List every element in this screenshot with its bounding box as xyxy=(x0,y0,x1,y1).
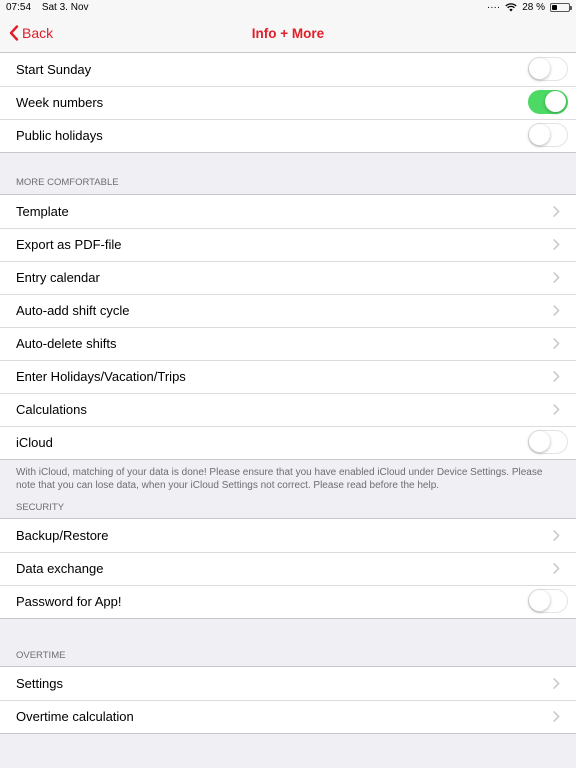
chevron-right-icon xyxy=(553,239,560,250)
list-item-label: Auto-delete shifts xyxy=(16,336,117,351)
chevron-right-icon xyxy=(553,206,560,217)
toggle-knob xyxy=(529,124,550,145)
security-group: Backup/Restore Data exchange Password for … xyxy=(0,518,576,619)
list-item-enter-holidays-vacation-trips[interactable]: Enter Holidays/Vacation/Trips xyxy=(0,360,576,393)
chevron-right-icon xyxy=(553,711,560,722)
section-header-more-comfortable: MORE COMFORTABLE xyxy=(16,177,119,188)
start-sunday-toggle[interactable] xyxy=(528,57,568,81)
list-item-label: Calculations xyxy=(16,402,87,417)
list-item-overtime-calculation[interactable]: Overtime calculation xyxy=(0,700,576,733)
status-right: ···· 28 % xyxy=(486,2,572,13)
list-item-icloud[interactable]: iCloud xyxy=(0,426,576,459)
chevron-right-icon xyxy=(553,404,560,415)
list-item-label: Auto-add shift cycle xyxy=(16,303,130,318)
toggle-knob xyxy=(529,590,550,611)
list-item-label: Export as PDF-file xyxy=(16,237,122,252)
public-holidays-toggle[interactable] xyxy=(528,123,568,147)
signal-dots-icon: ···· xyxy=(486,2,501,13)
status-left: 07:54 Sat 3. Nov xyxy=(6,2,97,13)
toggle-knob xyxy=(529,58,550,79)
list-item-entry-calendar[interactable]: Entry calendar xyxy=(0,261,576,294)
more-comfortable-group: Template Export as PDF-file Entry calendar… xyxy=(0,194,576,460)
chevron-right-icon xyxy=(553,563,560,574)
list-item-start-sunday[interactable]: Start Sunday xyxy=(0,53,576,86)
list-item-backup-restore[interactable]: Backup/Restore xyxy=(0,519,576,552)
status-date: Sat 3. Nov xyxy=(41,2,89,13)
overtime-group: Settings Overtime calculation xyxy=(0,666,576,734)
battery-icon xyxy=(550,3,572,12)
chevron-right-icon xyxy=(553,338,560,349)
list-item-label: Entry calendar xyxy=(16,270,100,285)
section-header-security: SECURITY xyxy=(16,502,65,513)
list-item-auto-add-shift-cycle[interactable]: Auto-add shift cycle xyxy=(0,294,576,327)
list-item-label: Public holidays xyxy=(16,128,103,143)
icloud-footer-note: With iCloud, matching of your data is do… xyxy=(16,467,543,491)
chevron-right-icon xyxy=(553,272,560,283)
list-item-label: Enter Holidays/Vacation/Trips xyxy=(16,369,186,384)
wifi-icon xyxy=(505,3,517,12)
status-bar: 07:54 Sat 3. Nov ···· 28 % xyxy=(0,0,576,16)
page-title: Info + More xyxy=(251,26,325,41)
navigation-bar: Back Info + More xyxy=(0,16,576,53)
chevron-right-icon xyxy=(553,678,560,689)
icloud-toggle[interactable] xyxy=(528,430,568,454)
password-for-app-toggle[interactable] xyxy=(528,589,568,613)
settings-list: Start Sunday Week numbers Public holidays … xyxy=(0,53,576,734)
list-item-template[interactable]: Template xyxy=(0,195,576,228)
list-item-export-as-pdf-file[interactable]: Export as PDF-file xyxy=(0,228,576,261)
list-item-data-exchange[interactable]: Data exchange xyxy=(0,552,576,585)
list-item-label: Data exchange xyxy=(16,561,104,576)
list-item-password-for-app[interactable]: Password for App! xyxy=(0,585,576,618)
list-item-auto-delete-shifts[interactable]: Auto-delete shifts xyxy=(0,327,576,360)
section-header-overtime: OVERTIME xyxy=(16,650,66,661)
list-item-public-holidays[interactable]: Public holidays xyxy=(0,119,576,152)
list-item-label: iCloud xyxy=(16,435,53,450)
chevron-right-icon xyxy=(553,371,560,382)
list-item-week-numbers[interactable]: Week numbers xyxy=(0,86,576,119)
list-item-label: Overtime calculation xyxy=(16,709,134,724)
toggle-knob xyxy=(529,431,550,452)
toggle-knob xyxy=(545,91,566,112)
battery-fill xyxy=(552,5,558,10)
list-item-label: Start Sunday xyxy=(16,62,92,77)
week-numbers-toggle[interactable] xyxy=(528,90,568,114)
list-item-calculations[interactable]: Calculations xyxy=(0,393,576,426)
calendar-options-group: Start Sunday Week numbers Public holidays xyxy=(0,53,576,153)
chevron-right-icon xyxy=(553,305,560,316)
battery-percent: 28 % xyxy=(522,2,545,13)
list-item-settings[interactable]: Settings xyxy=(0,667,576,700)
list-item-label: Backup/Restore xyxy=(16,528,109,543)
list-item-label: Template xyxy=(16,204,69,219)
status-time: 07:54 xyxy=(6,2,32,13)
list-item-label: Week numbers xyxy=(16,95,104,110)
list-item-label: Password for App! xyxy=(16,594,122,609)
list-item-label: Settings xyxy=(16,676,63,691)
chevron-right-icon xyxy=(553,530,560,541)
